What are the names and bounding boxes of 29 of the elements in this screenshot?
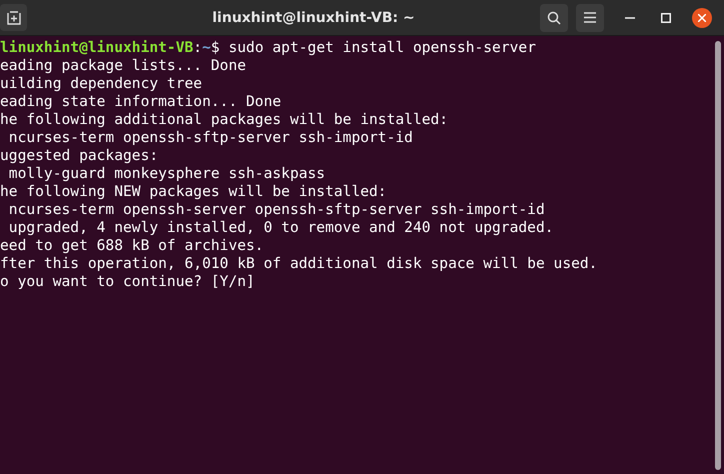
window-title: linuxhint@linuxhint-VB: ~ [211,10,416,26]
menu-button[interactable] [576,4,604,32]
maximize-icon [661,12,671,22]
minimize-icon [625,16,635,18]
prompt-user-host: linuxhint@linuxhint-VB [0,39,194,57]
output-line: ncurses-term openssh-server openssh-sftp-server ssh-import-id [8,201,545,219]
close-button[interactable] [692,8,712,28]
prompt-separator: : [193,39,202,57]
prompt-path: ~ [202,39,211,57]
output-line: he following NEW packages will be installed: [0,183,387,201]
scrollbar-thumb[interactable] [715,41,721,470]
output-line: fter this operation, 6,010 kB of additional disk space will be used. [0,255,598,273]
output-line: eading package lists... Done [0,57,246,75]
search-icon [547,10,561,24]
new-tab-icon [6,10,20,24]
output-line: uggested packages: [0,147,158,165]
output-line: o you want to continue? [Y/n] [0,273,255,291]
command-text: $ sudo apt-get install openssh-server [210,39,536,57]
output-line: eed to get 688 kB of archives. [0,237,264,255]
output-line: ncurses-term openssh-sftp-server ssh-import-id [8,129,413,147]
output-line: he following additional packages will be installed: [0,111,448,129]
menu-icon [584,12,596,23]
new-tab-button[interactable] [0,4,27,31]
output-line: upgraded, 4 newly installed, 0 to remove and 240 not upgraded. [8,219,554,237]
output-line: uilding dependency tree [0,75,202,93]
output-line: eading state information... Done [0,93,282,111]
search-button[interactable] [540,4,568,32]
close-icon [698,14,706,22]
output-line: molly-guard monkeysphere ssh-askpass [8,165,326,183]
